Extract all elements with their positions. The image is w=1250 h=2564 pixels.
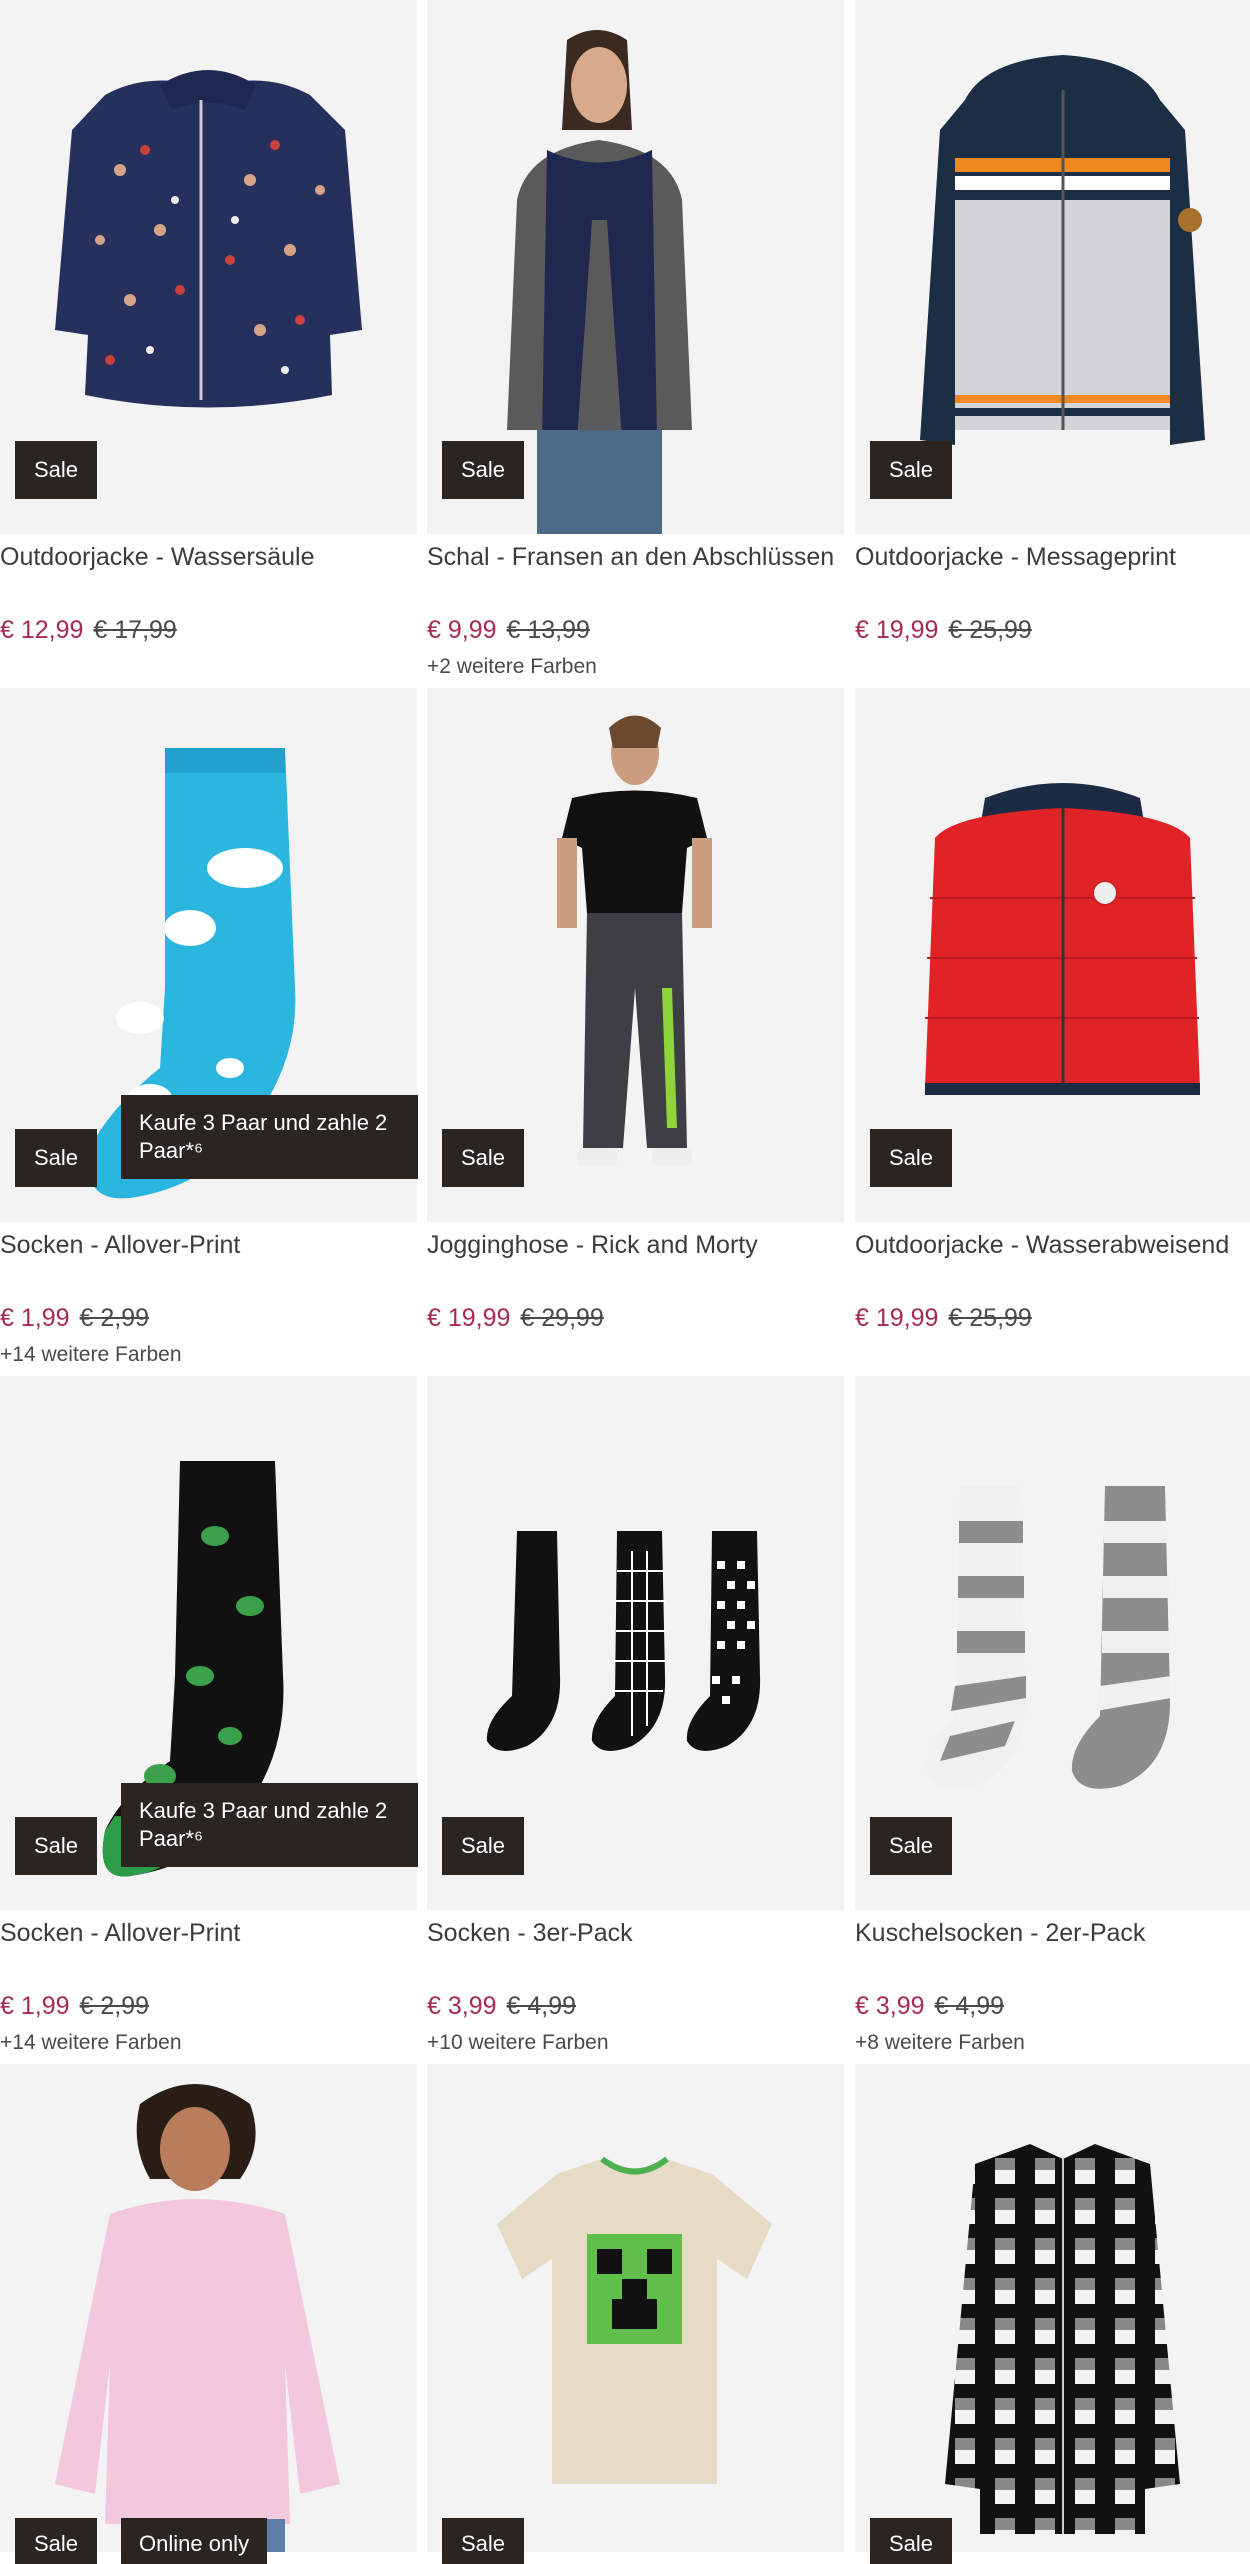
- product-title[interactable]: Socken - Allover-Print: [0, 1916, 417, 1950]
- old-price: € 25,99: [948, 1304, 1032, 1332]
- sale-badge: Sale: [870, 2518, 953, 2564]
- product-image[interactable]: [855, 2064, 1250, 2552]
- sale-badge: Sale: [870, 1817, 953, 1875]
- current-price: € 19,99: [855, 616, 939, 644]
- current-price: € 19,99: [427, 1304, 511, 1332]
- product-price: € 19,99 € 25,99: [855, 613, 1032, 647]
- sale-badge: Sale: [15, 1817, 98, 1875]
- product-price: € 12,99 € 17,99: [0, 613, 177, 647]
- sale-badge: Sale: [15, 1129, 98, 1187]
- model-pink-sweater-image: [55, 2084, 340, 2552]
- old-price: € 25,99: [948, 616, 1032, 644]
- old-price: € 2,99: [79, 1992, 150, 2020]
- current-price: € 3,99: [427, 1992, 497, 2020]
- product-price: € 3,99 € 4,99: [427, 1989, 576, 2023]
- product-title[interactable]: Schal - Fransen an den Abschlüssen: [427, 540, 844, 574]
- sale-badge: Sale: [442, 441, 525, 499]
- product-price: € 1,99 € 2,99: [0, 1989, 149, 2023]
- promo-badge: Kaufe 3 Paar und zahle 2 Paar*⁶: [121, 1095, 418, 1179]
- current-price: € 12,99: [0, 616, 84, 644]
- more-colors-link[interactable]: +10 weitere Farben: [427, 2029, 609, 2057]
- product-title[interactable]: Socken - Allover-Print: [0, 1228, 417, 1262]
- promo-badge: Kaufe 3 Paar und zahle 2 Paar*⁶: [121, 1783, 418, 1867]
- old-price: € 13,99: [506, 616, 590, 644]
- sale-badge: Sale: [442, 2518, 525, 2564]
- product-price: € 3,99 € 4,99: [855, 1989, 1004, 2023]
- current-price: € 1,99: [0, 1304, 70, 1332]
- product-title[interactable]: Jogginghose - Rick and Morty: [427, 1228, 844, 1262]
- more-colors-link[interactable]: +14 weitere Farben: [0, 1341, 182, 1369]
- sale-badge: Sale: [870, 1129, 953, 1187]
- product-title[interactable]: Outdoorjacke - Wassersäule: [0, 540, 417, 574]
- old-price: € 17,99: [93, 616, 177, 644]
- old-price: € 29,99: [520, 1304, 604, 1332]
- current-price: € 19,99: [855, 1304, 939, 1332]
- more-colors-link[interactable]: +8 weitere Farben: [855, 2029, 1025, 2057]
- product-price: € 1,99 € 2,99: [0, 1301, 149, 1335]
- current-price: € 1,99: [0, 1992, 70, 2020]
- product-title[interactable]: Outdoorjacke - Wasserabweisend: [855, 1228, 1250, 1262]
- old-price: € 4,99: [934, 1992, 1005, 2020]
- product-title[interactable]: Socken - 3er-Pack: [427, 1916, 844, 1950]
- product-title[interactable]: Outdoorjacke - Messageprint: [855, 540, 1250, 574]
- old-price: € 4,99: [506, 1992, 577, 2020]
- sale-badge: Sale: [15, 2518, 98, 2564]
- product-price: € 9,99 € 13,99: [427, 613, 590, 647]
- plaid-shirt-image: [945, 2144, 1180, 2534]
- sale-badge: Sale: [870, 441, 953, 499]
- product-image[interactable]: [0, 2064, 417, 2552]
- current-price: € 3,99: [855, 1992, 925, 2020]
- old-price: € 2,99: [79, 1304, 150, 1332]
- sale-badge: Sale: [15, 441, 98, 499]
- product-price: € 19,99 € 29,99: [427, 1301, 604, 1335]
- product-title[interactable]: Kuschelsocken - 2er-Pack: [855, 1916, 1250, 1950]
- sale-badge: Sale: [442, 1817, 525, 1875]
- minecraft-tshirt-image: [497, 2156, 772, 2484]
- more-colors-link[interactable]: +14 weitere Farben: [0, 2029, 182, 2057]
- product-image[interactable]: [427, 2064, 844, 2552]
- current-price: € 9,99: [427, 616, 497, 644]
- online-only-badge: Online only: [121, 2518, 268, 2564]
- product-price: € 19,99 € 25,99: [855, 1301, 1032, 1335]
- sale-badge: Sale: [442, 1129, 525, 1187]
- more-colors-link[interactable]: +2 weitere Farben: [427, 653, 597, 681]
